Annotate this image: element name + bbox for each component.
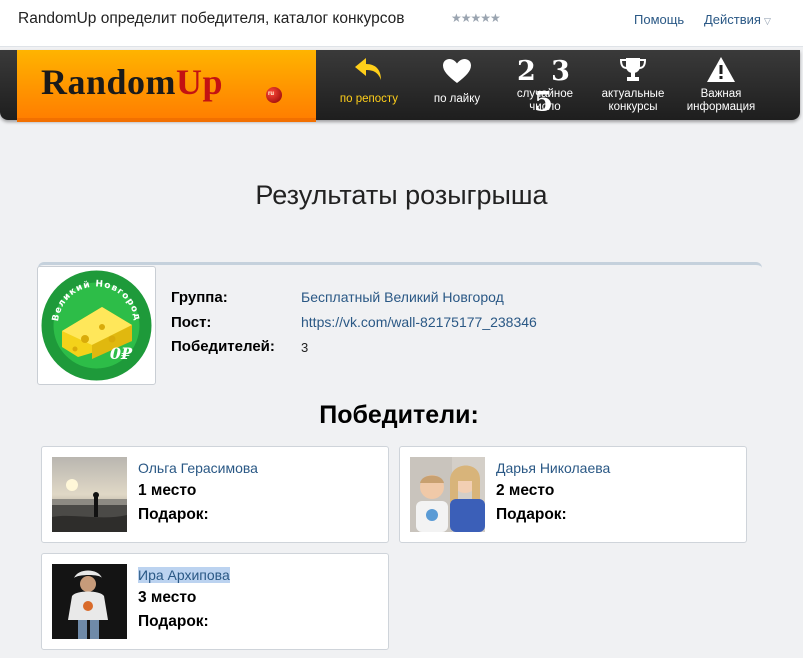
winner-avatar[interactable]	[410, 457, 485, 532]
nav-important-info-label-1: Важная	[700, 88, 742, 100]
winner-place: 1 место	[138, 482, 197, 499]
sunset-beach-photo	[52, 457, 127, 532]
reply-arrow-icon	[355, 58, 381, 80]
randomup-logo[interactable]: RandomUp ru	[17, 50, 316, 122]
nav-current-contests-label-1: актуальные	[601, 88, 665, 100]
actions-menu[interactable]: Действия ▽	[704, 12, 771, 27]
warning-icon	[707, 57, 735, 82]
group-logo-price: 0₽	[110, 344, 133, 363]
nav-important-info-label-2: информация	[686, 101, 756, 113]
group-avatar[interactable]: Великий Новгород 0₽	[37, 266, 156, 385]
winner-gift-label: Подарок:	[138, 506, 209, 523]
winner-name-link[interactable]: Ольга Герасимова	[138, 460, 258, 476]
portrait-photo	[52, 564, 127, 639]
heart-icon	[443, 59, 471, 83]
logo-badge: ru	[268, 91, 274, 97]
family-photo	[410, 457, 485, 532]
nav-by-repost-label: по репосту	[339, 93, 399, 105]
nav-random-number-label-2: число	[529, 101, 561, 113]
help-link[interactable]: Помощь	[634, 12, 684, 27]
winner-name-link[interactable]: Ира Архипова	[138, 567, 230, 583]
winners-count-value: 3	[301, 340, 309, 355]
winner-place: 3 место	[138, 589, 197, 606]
winner-name-link[interactable]: Дарья Николаева	[496, 460, 610, 476]
nav-by-like[interactable]: по лайку	[418, 50, 496, 120]
nav-current-contests-label-2: конкурсы	[608, 101, 658, 113]
post-label: Пост:	[171, 314, 212, 331]
nav-by-repost[interactable]: по репосту	[330, 50, 408, 120]
group-label: Группа:	[171, 289, 228, 306]
nav-important-info[interactable]: Важная информация	[682, 50, 760, 120]
winner-place: 2 место	[496, 482, 555, 499]
trophy-icon	[619, 58, 647, 81]
winner-gift-label: Подарок:	[496, 506, 567, 523]
chevron-down-icon: ▽	[763, 16, 771, 26]
winner-avatar[interactable]	[52, 564, 127, 639]
app-header: RandomUp определит победителя, каталог к…	[0, 0, 803, 47]
app-navbar: RandomUp ru по репосту по лайку 2 3 5 сл…	[0, 47, 803, 123]
group-logo-image: Великий Новгород 0₽	[41, 270, 152, 381]
winners-heading: Победители:	[319, 401, 479, 429]
winner-card: Ольга Герасимова 1 место Подарок:	[41, 446, 389, 543]
rating-stars[interactable]: ★★★★★	[451, 11, 501, 25]
nav-random-number[interactable]: 2 3 5 случайное число	[506, 50, 584, 120]
winners-count-label: Победителей:	[171, 338, 275, 355]
post-link[interactable]: https://vk.com/wall-82175177_238346	[301, 314, 537, 330]
nav-by-like-label: по лайку	[433, 93, 481, 105]
nav-current-contests[interactable]: актуальные конкурсы	[594, 50, 672, 120]
winner-card: Дарья Николаева 2 место Подарок:	[399, 446, 747, 543]
logo-text: RandomUp	[41, 62, 224, 102]
winner-card: Ира Архипова 3 место Подарок:	[41, 553, 389, 650]
nav-random-number-label-1: случайное	[516, 88, 574, 100]
winner-gift-label: Подарок:	[138, 613, 209, 630]
group-link[interactable]: Бесплатный Великий Новгород	[301, 289, 504, 305]
winner-avatar[interactable]	[52, 457, 127, 532]
app-title: RandomUp определит победителя, каталог к…	[18, 10, 405, 27]
page-title: Результаты розыгрыша	[255, 180, 548, 210]
actions-label: Действия	[704, 12, 761, 27]
